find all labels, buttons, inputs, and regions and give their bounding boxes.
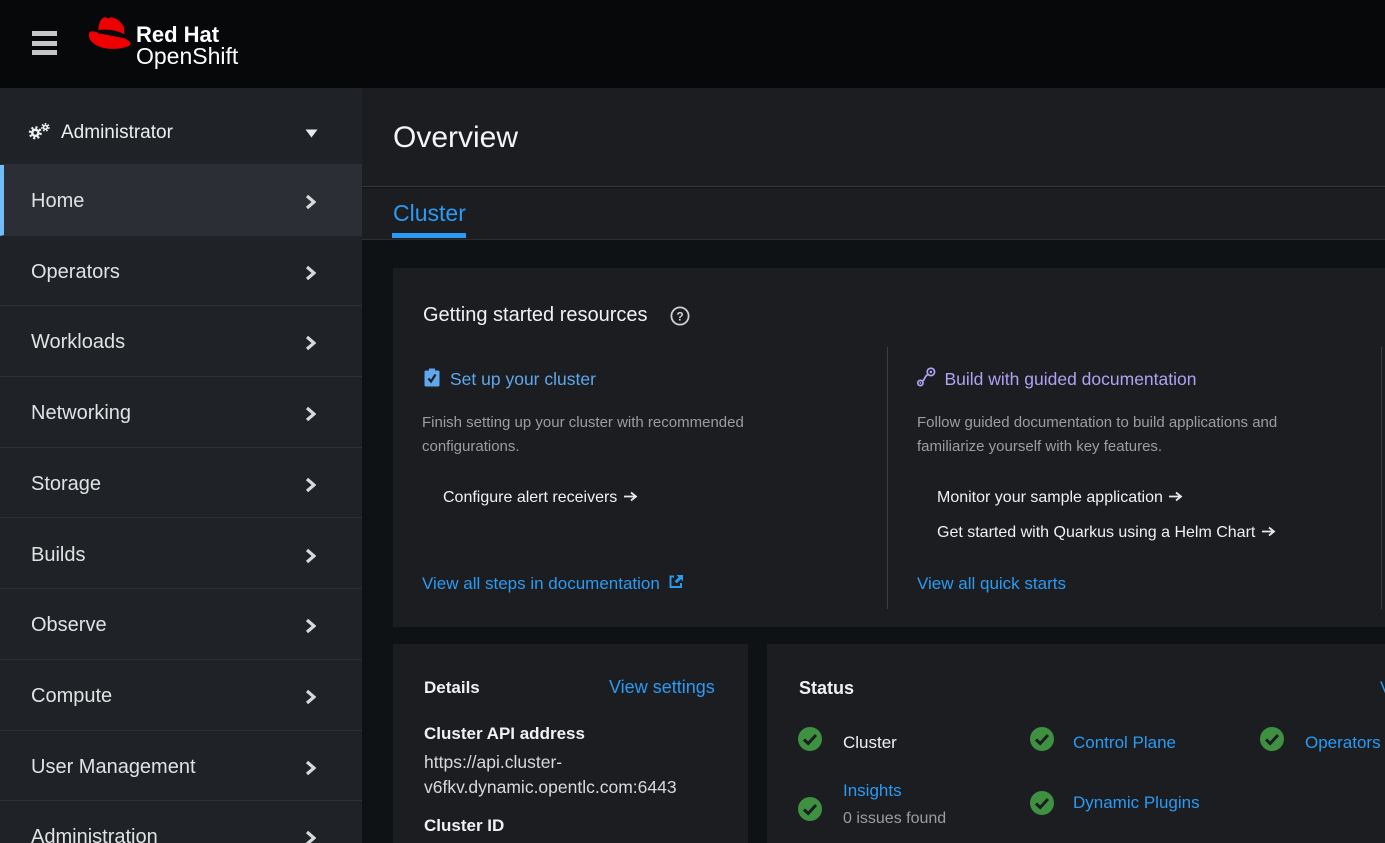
svg-text:?: ?	[676, 309, 683, 323]
